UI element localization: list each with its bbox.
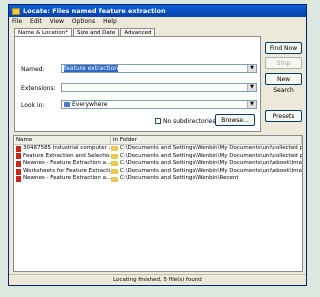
column-header-name[interactable]: Name: [14, 136, 111, 144]
status-text: Locating finished, 5 file(s) found: [113, 277, 202, 283]
folder-path: C:\Documents and Settings\Wenbin\My Docu…: [120, 167, 302, 174]
column-header-folder[interactable]: In Folder: [111, 136, 302, 144]
folder-icon: [111, 146, 118, 152]
extensions-combobox[interactable]: ▼: [61, 83, 257, 92]
file-name-cell: 30487585 Industrial computer ...: [14, 145, 111, 153]
file-name-cell: Feature Extraction and Selectio...: [14, 153, 111, 161]
locate-window: Locate: Files named feature extraction F…: [8, 4, 307, 286]
named-combobox[interactable]: feature extraction ▼: [61, 64, 257, 73]
results-header: Name In Folder: [14, 136, 302, 145]
presets-button[interactable]: Presets: [265, 110, 302, 122]
named-label: Named:: [21, 66, 45, 73]
table-row[interactable]: Newnes - Feature Extraction a... C:\Docum…: [14, 175, 302, 183]
chevron-down-icon[interactable]: ▼: [247, 101, 256, 108]
file-name-cell: Newnes - Feature Extraction a...: [14, 160, 111, 168]
chevron-down-icon[interactable]: ▼: [247, 84, 256, 91]
app-icon: [12, 7, 20, 15]
status-bar: Locating finished, 5 file(s) found: [9, 274, 306, 285]
folder-icon: [111, 153, 118, 159]
file-name: Newnes - Feature Extraction a...: [23, 160, 111, 167]
menu-options[interactable]: Options: [72, 18, 95, 25]
pdf-file-icon: [16, 145, 21, 152]
folder-cell: C:\Documents and Settings\Wenbin\My Docu…: [111, 160, 302, 168]
folder-icon: [111, 169, 118, 175]
file-name-cell: Newnes - Feature Extraction a...: [14, 175, 111, 183]
pdf-file-icon: [16, 168, 21, 175]
pdf-file-icon: [16, 176, 21, 183]
menu-edit[interactable]: Edit: [30, 18, 42, 25]
lookin-combobox[interactable]: Everywhere ▼: [61, 100, 257, 109]
lookin-value: Everywhere: [72, 101, 108, 108]
menu-view[interactable]: View: [50, 18, 64, 25]
extensions-label: Extensions:: [21, 85, 56, 92]
folder-cell: C:\Documents and Settings\Wenbin\My Docu…: [111, 153, 302, 161]
file-name: Worksheets for Feature Extracti...: [23, 167, 111, 174]
file-name-cell: Worksheets for Feature Extracti...: [14, 168, 111, 176]
menu-bar: File Edit View Options Help: [9, 17, 306, 26]
named-value: feature extraction: [64, 65, 118, 72]
stop-button[interactable]: Stop: [265, 57, 302, 69]
lookin-label: Look in:: [21, 102, 45, 109]
folder-path: C:\Documents and Settings\Wenbin\My Docu…: [120, 152, 302, 159]
window-title: Locate: Files named feature extraction: [23, 7, 166, 15]
folder-cell: C:\Documents and Settings\Wenbin\My Docu…: [111, 168, 302, 176]
table-row[interactable]: Newnes - Feature Extraction a... C:\Docum…: [14, 160, 302, 168]
find-now-button[interactable]: Find Now: [265, 42, 302, 54]
no-subdirectories-label: No subdirectories: [163, 118, 216, 125]
folder-icon: [111, 161, 118, 167]
folder-cell: C:\Documents and Settings\Wenbin\Recent: [111, 175, 302, 183]
file-name: Feature Extraction and Selectio...: [23, 152, 111, 159]
table-row[interactable]: 30487585 Industrial computer ... C:\Docum…: [14, 145, 302, 153]
results-list: Name In Folder 30487585 Industrial compu…: [13, 135, 303, 272]
chevron-down-icon[interactable]: ▼: [247, 65, 256, 72]
title-bar[interactable]: Locate: Files named feature extraction: [9, 5, 306, 17]
new-search-button[interactable]: New Search: [265, 73, 302, 94]
search-panel: Named: feature extraction ▼ Extensions: …: [14, 36, 261, 132]
folder-cell: C:\Documents and Settings\Wenbin\My Docu…: [111, 145, 302, 153]
file-name: Newnes - Feature Extraction a...: [23, 175, 111, 182]
file-name: 30487585 Industrial computer ...: [23, 145, 111, 151]
folder-path: C:\Documents and Settings\Wenbin\My Docu…: [120, 160, 302, 167]
menu-help[interactable]: Help: [103, 18, 117, 25]
table-row[interactable]: Worksheets for Feature Extracti... C:\Doc…: [14, 168, 302, 176]
folder-path: C:\Documents and Settings\Wenbin\Recent: [120, 175, 239, 182]
no-subdirectories-checkbox[interactable]: [155, 118, 161, 124]
table-row[interactable]: Feature Extraction and Selectio... C:\Doc…: [14, 153, 302, 161]
pdf-file-icon: [16, 160, 21, 167]
menu-file[interactable]: File: [12, 18, 22, 25]
computer-icon: [64, 102, 70, 107]
browse-button[interactable]: Browse...: [215, 114, 255, 126]
folder-path: C:\Documents and Settings\Wenbin\My Docu…: [120, 145, 302, 151]
folder-icon: [111, 176, 118, 182]
pdf-file-icon: [16, 153, 21, 160]
